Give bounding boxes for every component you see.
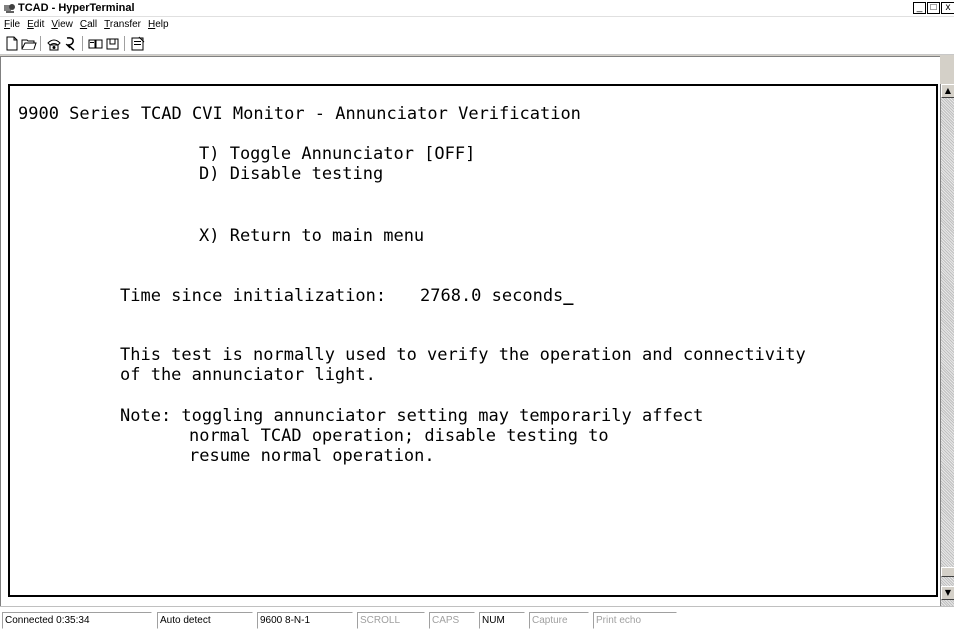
disconnect-icon[interactable] xyxy=(62,35,79,52)
toolbar-separator xyxy=(124,36,126,51)
menu-option-disable: D) Disable testing xyxy=(199,164,384,184)
status-num: NUM xyxy=(479,612,525,629)
note-line-3: resume normal operation. xyxy=(189,446,435,466)
properties-icon[interactable] xyxy=(129,35,146,52)
hyperterminal-app-icon[interactable] xyxy=(3,2,16,15)
menu-file[interactable]: File xyxy=(4,18,20,32)
toolbar xyxy=(0,33,954,55)
receive-icon[interactable] xyxy=(104,35,121,52)
new-icon[interactable] xyxy=(3,35,20,52)
description-line-2: of the annunciator light. xyxy=(120,365,376,385)
close-button[interactable]: x xyxy=(941,2,954,14)
menu-bar: File Edit View Call Transfer Help xyxy=(0,17,954,33)
menu-call[interactable]: Call xyxy=(80,18,97,32)
menu-option-toggle: T) Toggle Annunciator [OFF] xyxy=(199,144,476,164)
minimize-button[interactable]: _ xyxy=(913,2,926,14)
open-icon[interactable] xyxy=(20,35,37,52)
scroll-up-arrow-icon[interactable]: ▲ xyxy=(941,84,954,98)
connect-icon[interactable] xyxy=(45,35,62,52)
hyperterminal-window: TCAD - HyperTerminal _ □ x File Edit Vie… xyxy=(0,0,954,633)
vertical-scrollbar[interactable]: ▲ ▼ xyxy=(940,84,954,606)
status-print-echo: Print echo xyxy=(593,612,677,629)
menu-call-label: all xyxy=(87,19,98,30)
menu-transfer-label: ransfer xyxy=(109,19,141,30)
menu-file-label: ile xyxy=(10,19,21,30)
menu-view[interactable]: View xyxy=(51,18,73,32)
menu-transfer[interactable]: Transfer xyxy=(104,18,141,32)
description-line-1: This test is normally used to verify the… xyxy=(120,345,806,365)
terminal-cursor: _ xyxy=(563,286,574,306)
status-settings: 9600 8-N-1 xyxy=(257,612,353,629)
menu-help-label: elp xyxy=(155,19,169,30)
scroll-down-arrow-icon[interactable]: ▼ xyxy=(941,586,954,600)
menu-edit[interactable]: Edit xyxy=(27,18,44,32)
menu-edit-accelerator: E xyxy=(27,19,34,30)
time-value: 2768.0 seconds_ xyxy=(420,286,574,306)
status-connected: Connected 0:35:34 xyxy=(2,612,152,629)
title-bar: TCAD - HyperTerminal _ □ x xyxy=(0,0,954,17)
time-label: Time since initialization: xyxy=(120,286,387,306)
status-detect: Auto detect xyxy=(157,612,253,629)
scroll-thumb[interactable] xyxy=(941,567,954,577)
toolbar-separator xyxy=(40,36,42,51)
status-caps: CAPS xyxy=(429,612,475,629)
menu-option-return: X) Return to main menu xyxy=(199,226,425,246)
status-scroll: SCROLL xyxy=(357,612,425,629)
menu-edit-label: dit xyxy=(33,19,45,30)
maximize-button[interactable]: □ xyxy=(927,2,940,14)
status-capture: Capture xyxy=(529,612,589,629)
menu-help[interactable]: Help xyxy=(148,18,169,32)
note-line-1: Note: toggling annunciator setting may t… xyxy=(120,406,704,426)
time-value-text: 2768.0 seconds xyxy=(420,286,564,306)
send-icon[interactable] xyxy=(87,35,104,52)
toolbar-separator xyxy=(82,36,84,51)
status-bar: Connected 0:35:34 Auto detect 9600 8-N-1… xyxy=(0,606,954,633)
menu-view-label: iew xyxy=(57,19,73,30)
window-controls: _ □ x xyxy=(912,2,954,15)
terminal-heading: 9900 Series TCAD CVI Monitor - Annunciat… xyxy=(18,104,581,124)
window-title: TCAD - HyperTerminal xyxy=(18,2,135,14)
note-line-2: normal TCAD operation; disable testing t… xyxy=(189,426,609,446)
